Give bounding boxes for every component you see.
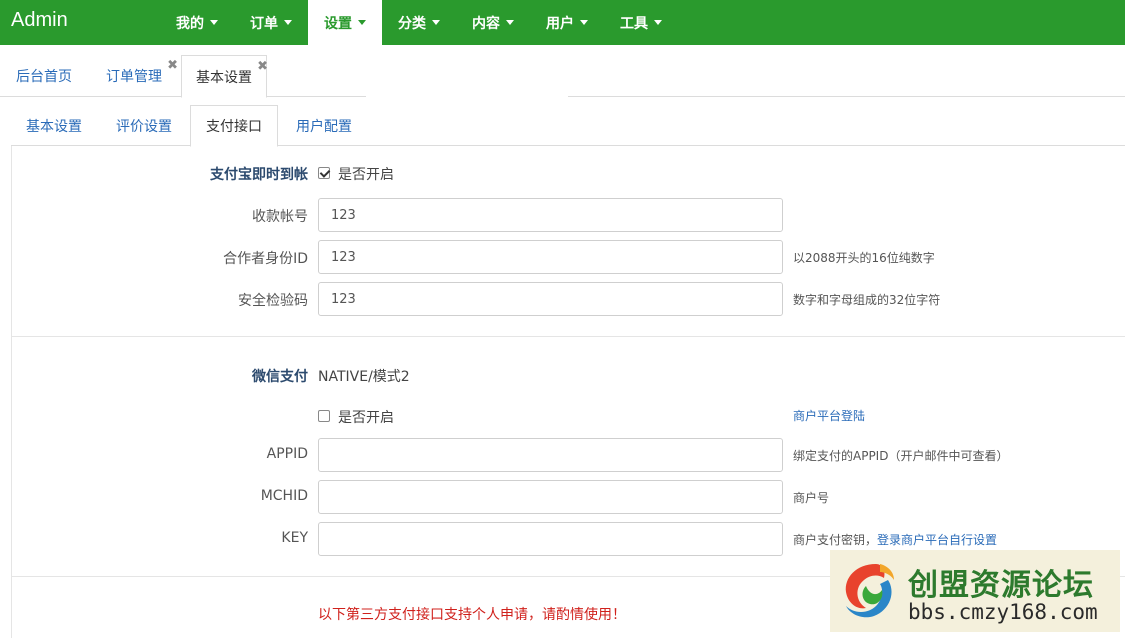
tab-gap	[366, 96, 568, 98]
subtab-review-settings[interactable]: 评价设置	[101, 105, 187, 146]
subtab-basic-settings[interactable]: 基本设置	[11, 105, 97, 146]
wechat-mchid-label: MCHID	[260, 488, 308, 504]
alipay-key-label: 安全检验码	[238, 293, 308, 309]
page-tabs-bar: 后台首页 订单管理 ✖ 基本设置 ✖	[0, 45, 1125, 98]
alipay-account-label: 收款帐号	[252, 209, 308, 225]
close-icon[interactable]: ✖	[257, 59, 268, 74]
wechat-key-label: KEY	[281, 530, 308, 546]
nav-label: 用户	[546, 15, 574, 32]
watermark: 创盟资源论坛 bbs.cmzy168.com	[830, 550, 1120, 632]
wechat-appid-label: APPID	[266, 446, 308, 462]
subtab-payment-interface[interactable]: 支付接口	[190, 105, 278, 147]
forum-logo-icon	[845, 564, 894, 618]
nav-label: 设置	[324, 15, 352, 32]
subtab-user-config[interactable]: 用户配置	[281, 105, 367, 146]
main-menu: 我的 订单 设置 分类 内容 用户 工具	[160, 0, 678, 45]
page-tab-basic-settings[interactable]: 基本设置 ✖	[181, 55, 268, 98]
merchant-login-link[interactable]: 商户平台登陆	[793, 407, 865, 424]
wechat-enabled-checkbox[interactable]	[318, 410, 330, 422]
wechat-section-label: 微信支付	[252, 369, 308, 385]
page-tab-label: 后台首页	[16, 69, 72, 85]
alipay-enabled-checkbox[interactable]	[318, 167, 330, 179]
caret-down-icon	[580, 20, 588, 25]
input-value: 123	[331, 291, 356, 307]
page-tab-order-management[interactable]: 订单管理 ✖	[92, 55, 178, 97]
caret-down-icon	[432, 20, 440, 25]
caret-down-icon	[506, 20, 514, 25]
section-divider	[11, 336, 1125, 337]
caret-down-icon	[284, 20, 292, 25]
page-tab-dashboard[interactable]: 后台首页	[2, 55, 86, 97]
alipay-enabled-label: 是否开启	[338, 167, 394, 183]
wechat-mode: NATIVE/模式2	[318, 369, 410, 385]
wechat-appid-input[interactable]	[318, 438, 783, 472]
alipay-partner-label: 合作者身份ID	[223, 251, 308, 267]
nav-item-settings[interactable]: 设置	[308, 0, 382, 45]
nav-item-content[interactable]: 内容	[456, 0, 530, 45]
settings-subtabs: 基本设置 评价设置 支付接口 用户配置	[11, 105, 1125, 147]
wechat-mchid-input[interactable]	[318, 480, 783, 514]
nav-label: 内容	[472, 15, 500, 32]
third-party-warning: 以下第三方支付接口支持个人申请，请酌情使用！	[318, 607, 626, 623]
input-value: 123	[331, 249, 356, 265]
watermark-url: bbs.cmzy168.com	[908, 600, 1098, 624]
nav-item-users[interactable]: 用户	[530, 0, 604, 45]
alipay-key-hint: 数字和字母组成的32位字符	[793, 293, 941, 307]
caret-down-icon	[358, 20, 366, 25]
watermark-title: 创盟资源论坛	[908, 568, 1094, 603]
wechat-key-input[interactable]	[318, 522, 783, 556]
caret-down-icon	[210, 20, 218, 25]
alipay-section-label: 支付宝即时到帐	[210, 167, 308, 183]
nav-label: 工具	[620, 15, 648, 32]
wechat-enabled-label: 是否开启	[338, 410, 394, 426]
nav-label: 分类	[398, 15, 426, 32]
alipay-partner-hint: 以2088开头的16位纯数字	[793, 251, 935, 265]
alipay-account-input[interactable]: 123	[318, 198, 783, 232]
merchant-settings-link[interactable]: 登录商户平台自行设置	[877, 533, 997, 547]
alipay-key-input[interactable]: 123	[318, 282, 783, 316]
wechat-mchid-hint: 商户号	[793, 491, 830, 505]
caret-down-icon	[654, 20, 662, 25]
alipay-partner-input[interactable]: 123	[318, 240, 783, 274]
wechat-appid-hint: 绑定支付的APPID（开户邮件中可查看）	[793, 449, 1009, 463]
top-navbar: Admin 我的 订单 设置 分类 内容 用户 工具	[0, 0, 1125, 45]
nav-item-categories[interactable]: 分类	[382, 0, 456, 45]
nav-label: 我的	[176, 15, 204, 32]
hint-text: 商户支付密钥，	[793, 533, 878, 547]
wechat-key-hint: 商户支付密钥，登录商户平台自行设置	[793, 531, 997, 548]
brand-logo[interactable]: Admin	[11, 9, 68, 32]
nav-item-orders[interactable]: 订单	[234, 0, 308, 45]
close-icon[interactable]: ✖	[167, 58, 178, 73]
nav-label: 订单	[250, 15, 278, 32]
page-tab-label: 订单管理	[106, 69, 162, 85]
input-value: 123	[331, 207, 356, 223]
nav-item-mine[interactable]: 我的	[160, 0, 234, 45]
nav-item-tools[interactable]: 工具	[604, 0, 678, 45]
page-tab-label: 基本设置	[196, 69, 252, 86]
